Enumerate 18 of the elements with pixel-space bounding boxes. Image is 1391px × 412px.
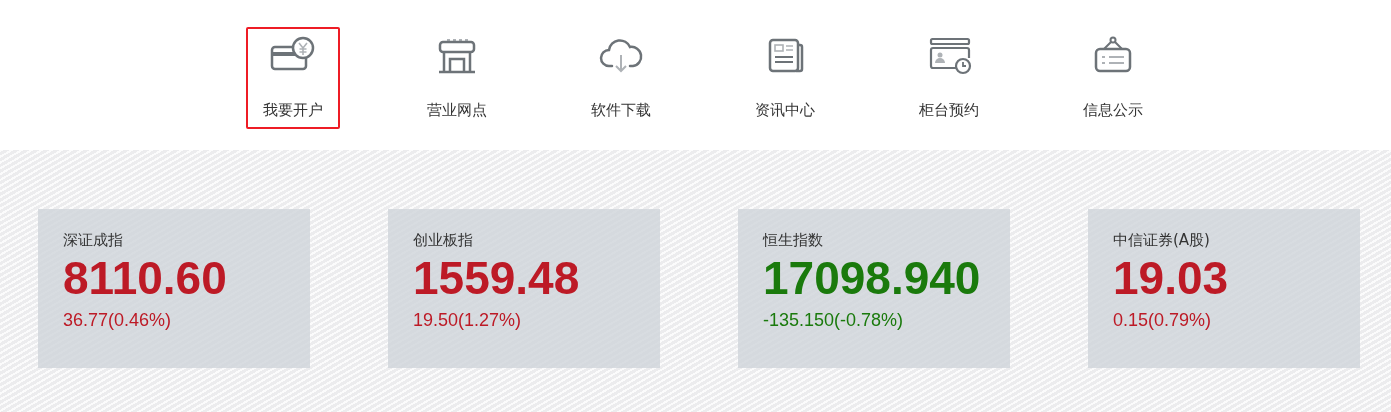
nav-item[interactable]: 柜台预约 <box>902 27 996 129</box>
nav-item[interactable]: 我要开户 <box>246 27 340 129</box>
quote-change: -135.150(-0.78%) <box>763 310 904 331</box>
quote-value: 1559.48 <box>413 252 580 304</box>
quote-change: 0.15(0.79%) <box>1113 310 1212 331</box>
quote-name: 创业板指 <box>413 231 473 250</box>
nav-item[interactable]: 信息公示 <box>1066 27 1160 129</box>
nav-item[interactable]: 软件下载 <box>574 27 668 129</box>
quote-value: 8110.60 <box>63 252 227 304</box>
quote-name: 深证成指 <box>63 231 123 250</box>
quote-value: 19.03 <box>1113 252 1229 304</box>
quote-name: 恒生指数 <box>763 231 823 250</box>
quote-name: 中信证券(A股) <box>1113 231 1210 250</box>
nav-item[interactable]: 资讯中心 <box>738 27 832 129</box>
quote-change: 36.77(0.46%) <box>63 310 172 331</box>
quote-change: 19.50(1.27%) <box>413 310 522 331</box>
nav-item[interactable]: 营业网点 <box>410 27 504 129</box>
quote-value: 17098.940 <box>763 252 981 304</box>
